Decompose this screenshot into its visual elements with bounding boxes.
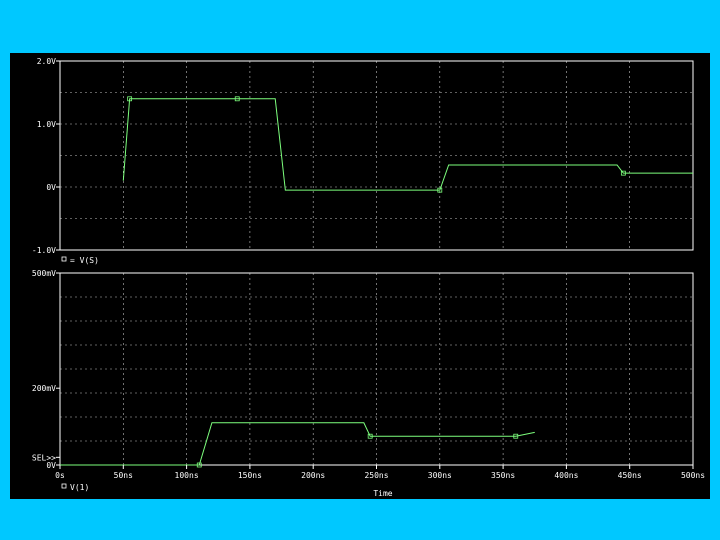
x-tick-label: 500ns	[681, 471, 705, 480]
x-tick-label: 350ns	[491, 471, 515, 480]
x-tick-label: 50ns	[114, 471, 133, 480]
plot-window: 2.0V 1.0V 0V -1.0V 500mV 200mV SEL>> 0V 0s 50ns 10…	[10, 53, 710, 499]
bottom-ytick-label: 200mV	[32, 384, 56, 393]
legend-vs-label: = V(S)	[70, 256, 99, 265]
bottom-trace	[60, 422, 535, 466]
bottom-ytick-label: 0V	[46, 461, 56, 470]
x-tick-label: 250ns	[364, 471, 388, 480]
legend-marker	[61, 256, 67, 262]
top-ytick-label: 1.0V	[37, 120, 56, 129]
x-tick-label: 200ns	[301, 471, 325, 480]
x-tick-label: 450ns	[618, 471, 642, 480]
x-tick-label: 300ns	[428, 471, 452, 480]
waveform-plot: 2.0V1.0V0V-1.0V500mV200mVSEL>>0V0s 50ns 10…	[32, 57, 705, 498]
x-tick-label: 0s	[55, 471, 65, 480]
x-tick-label: 400ns	[554, 471, 578, 480]
top-ytick-label: -1.0V	[32, 246, 56, 255]
legend-v1-label: V(1)	[70, 483, 89, 492]
top-ytick-label: 2.0V	[37, 57, 56, 66]
top-trace	[122, 98, 693, 191]
bottom-ytick-label: 500mV	[32, 269, 56, 278]
top-ytick-label: 0V	[46, 183, 56, 192]
x-tick-label: 150ns	[238, 471, 262, 480]
x-axis-label: Time	[373, 489, 392, 498]
x-tick-label: 100ns	[175, 471, 199, 480]
legend-marker	[61, 483, 67, 489]
